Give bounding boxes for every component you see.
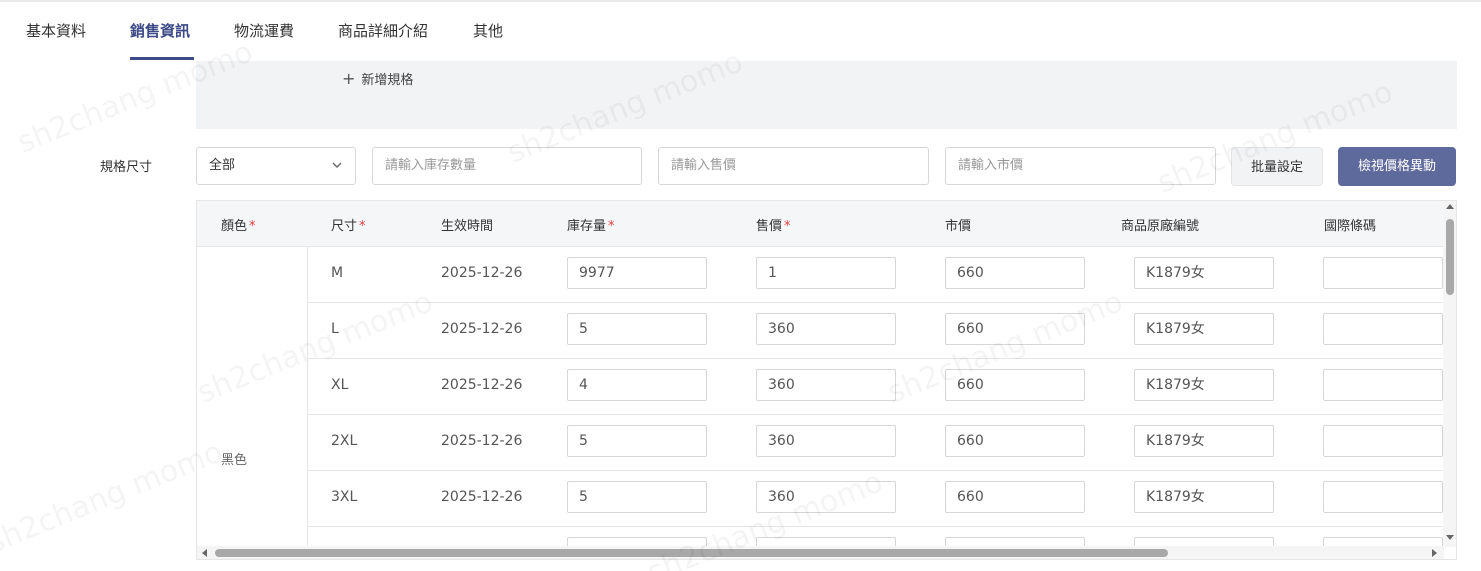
active-tab-indicator (130, 57, 194, 60)
vertical-scrollbar[interactable] (1443, 201, 1456, 547)
tab-bar: 基本資料 銷售資訊 物流運費 商品詳細介紹 其他 (0, 0, 1481, 62)
vendor-code-input[interactable]: K1879女 (1134, 481, 1274, 513)
table-row: 3XL 2025-12-26 5 360 660 K1879女 (307, 470, 1444, 527)
add-spec-label: 新增規格 (361, 73, 414, 88)
market-price-input[interactable]: 660 (945, 425, 1085, 457)
stock-input[interactable]: 9977 (567, 257, 707, 289)
date-cell: 2025-12-26 (441, 489, 523, 505)
batch-stock-input[interactable] (385, 148, 629, 183)
header-color: 顏色 * (221, 219, 256, 234)
tab-basic-info[interactable]: 基本資料 (26, 21, 86, 41)
stock-input[interactable]: 5 (567, 313, 707, 345)
batch-price-input[interactable] (671, 148, 916, 183)
price-input[interactable]: 360 (756, 313, 896, 345)
color-group-cell: 黑色 (197, 246, 308, 559)
header-size: 尺寸 * (331, 219, 366, 234)
barcode-input[interactable] (1323, 313, 1443, 345)
vendor-code-input[interactable]: K1879女 (1134, 425, 1274, 457)
horizontal-scrollbar[interactable] (197, 546, 1444, 559)
scroll-down-arrow-icon[interactable] (1446, 535, 1454, 540)
add-spec-button[interactable]: + 新增規格 (342, 69, 413, 88)
vendor-code-input[interactable]: K1879女 (1134, 257, 1274, 289)
market-price-input[interactable]: 660 (945, 313, 1085, 345)
batch-set-button[interactable]: 批量設定 (1231, 147, 1323, 186)
table-row: 2XL 2025-12-26 5 360 660 K1879女 (307, 414, 1444, 471)
spec-filter-value: 全部 (209, 158, 236, 173)
barcode-input[interactable] (1323, 257, 1443, 289)
date-cell: 2025-12-26 (441, 265, 523, 281)
date-cell: 2025-12-26 (441, 321, 523, 337)
spec-size-label: 規格尺寸 (100, 160, 153, 175)
view-price-change-button[interactable]: 檢視價格異動 (1338, 147, 1456, 186)
price-input[interactable]: 360 (756, 369, 896, 401)
market-price-input[interactable]: 660 (945, 481, 1085, 513)
size-cell: M (331, 265, 344, 281)
stock-input[interactable]: 5 (567, 425, 707, 457)
size-cell: XL (331, 377, 349, 393)
batch-stock-field[interactable] (372, 147, 642, 185)
tab-shipping[interactable]: 物流運費 (234, 21, 294, 41)
plus-icon: + (342, 69, 356, 88)
batch-market-price-field[interactable] (945, 147, 1216, 185)
scroll-left-arrow-icon[interactable] (202, 549, 207, 557)
chevron-down-icon (331, 148, 343, 198)
color-group-label: 黑色 (221, 453, 248, 468)
barcode-input[interactable] (1323, 425, 1443, 457)
batch-market-price-input[interactable] (958, 148, 1203, 183)
price-input[interactable]: 360 (756, 425, 896, 457)
product-edit-page: 基本資料 銷售資訊 物流運費 商品詳細介紹 其他 + 新增規格 規格尺寸 全部 批… (0, 0, 1481, 571)
vendor-code-input[interactable]: K1879女 (1134, 313, 1274, 345)
date-cell: 2025-12-26 (441, 433, 523, 449)
header-stock: 庫存量 * (567, 219, 615, 234)
size-cell: 3XL (331, 489, 358, 505)
spec-panel: + 新增規格 (196, 61, 1457, 129)
header-market-price: 市價 (945, 219, 972, 234)
price-input[interactable]: 360 (756, 481, 896, 513)
batch-price-field[interactable] (658, 147, 929, 185)
stock-input[interactable]: 5 (567, 481, 707, 513)
header-vendor-code: 商品原廠編號 (1121, 219, 1200, 234)
market-price-input[interactable]: 660 (945, 369, 1085, 401)
price-input[interactable]: 1 (756, 257, 896, 289)
spec-filter-select[interactable]: 全部 (196, 147, 356, 185)
size-cell: 2XL (331, 433, 358, 449)
date-cell: 2025-12-26 (441, 377, 523, 393)
watermark: sh2chang momo (0, 434, 228, 560)
table-row: XL 2025-12-26 4 360 660 K1879女 (307, 358, 1444, 415)
tab-product-details[interactable]: 商品詳細介紹 (338, 21, 428, 41)
market-price-input[interactable]: 660 (945, 257, 1085, 289)
table-row: L 2025-12-26 5 360 660 K1879女 (307, 302, 1444, 359)
vendor-code-input[interactable]: K1879女 (1134, 369, 1274, 401)
scroll-right-arrow-icon[interactable] (1432, 549, 1437, 557)
stock-input[interactable]: 4 (567, 369, 707, 401)
header-effective-time: 生效時間 (441, 219, 494, 234)
horizontal-scroll-thumb[interactable] (215, 549, 1168, 557)
table-row: M 2025-12-26 9977 1 660 K1879女 (307, 246, 1444, 303)
header-price: 售價 * (756, 219, 791, 234)
header-barcode: 國際條碼 (1324, 219, 1377, 234)
scroll-up-arrow-icon[interactable] (1446, 204, 1454, 209)
size-cell: L (331, 321, 339, 337)
tab-sales-info[interactable]: 銷售資訊 (130, 21, 190, 41)
tab-other[interactable]: 其他 (473, 21, 503, 41)
sku-table: 顏色 * 尺寸 * 生效時間 庫存量 * 售價 * 市價 商品原廠編號 國際條碼 黑色 … (196, 200, 1457, 560)
vertical-scroll-thumb[interactable] (1446, 219, 1454, 295)
barcode-input[interactable] (1323, 481, 1443, 513)
barcode-input[interactable] (1323, 369, 1443, 401)
table-header: 顏色 * 尺寸 * 生效時間 庫存量 * 售價 * 市價 商品原廠編號 國際條碼 (197, 201, 1444, 247)
